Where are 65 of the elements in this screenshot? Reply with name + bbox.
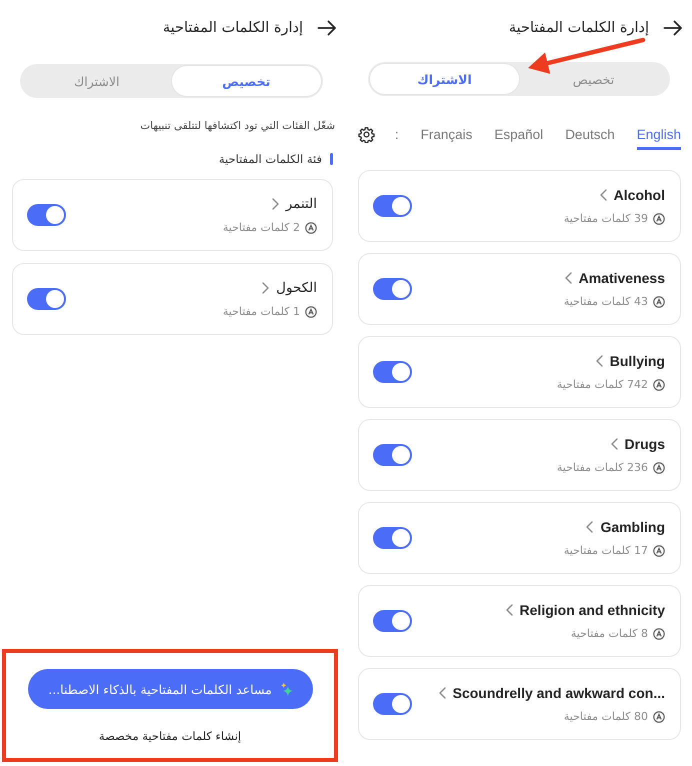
segment-tab[interactable]: الاشتراك [370, 64, 519, 94]
category-card[interactable]: الكحول 1 كلمات مفتاحية [12, 263, 333, 335]
circled-letter-icon [653, 628, 665, 640]
chevron-left-icon [596, 355, 603, 367]
circled-letter-icon [305, 222, 317, 234]
chevron-left-icon [586, 521, 594, 533]
keyword-count: 236 كلمات مفتاحية [556, 460, 648, 476]
circled-letter-icon [653, 379, 665, 391]
chevron-left-icon [600, 189, 607, 201]
language-tab[interactable]: Français [410, 118, 484, 150]
language-tab[interactable]: : [384, 118, 410, 150]
toggle-switch[interactable] [373, 527, 412, 549]
chevron-right-icon [262, 282, 270, 294]
ai-assistant-button[interactable]: مساعد الكلمات المفتاحية بالذكاء الاصطنا... [28, 669, 313, 709]
toggle-switch[interactable] [27, 204, 66, 226]
segment-tab[interactable]: تخصيص [172, 66, 321, 96]
category-name: الكحول [276, 279, 317, 298]
category-name: Bullying [610, 352, 665, 371]
toggle-switch[interactable] [373, 610, 412, 632]
category-name: Religion and ethnicity [520, 601, 665, 620]
keyword-count: 2 كلمات مفتاحية [222, 220, 300, 236]
toggle-switch[interactable] [373, 444, 412, 466]
section-marker-icon [330, 153, 333, 165]
toggle-switch[interactable] [373, 278, 412, 300]
keyword-count: 742 كلمات مفتاحية [556, 377, 648, 393]
description-text: شغّل الفئات التي تود اكتشافها لتتلقى تنبيهات [140, 119, 335, 134]
toggle-switch[interactable] [27, 288, 66, 310]
create-custom-keywords-link[interactable]: إنشاء كلمات مفتاحية مخصصة [98, 728, 242, 744]
keyword-count: 1 كلمات مفتاحية [222, 304, 300, 320]
circled-letter-icon [653, 462, 665, 474]
toggle-switch[interactable] [373, 361, 412, 383]
category-name: Drugs [624, 435, 665, 454]
category-name: Gambling [600, 518, 665, 537]
page-title: إدارة الكلمات المفتاحية [162, 20, 303, 36]
circled-letter-icon [653, 711, 665, 723]
circled-letter-icon [653, 545, 665, 557]
category-name: Scoundrelly and awkward con... [452, 684, 665, 703]
chevron-left-icon [610, 438, 618, 450]
section-title: فئة الكلمات المفتاحية [218, 151, 322, 167]
chevron-left-icon [438, 687, 446, 699]
circled-letter-icon [305, 306, 317, 318]
sparkle-icon [280, 682, 293, 696]
circled-letter-icon [653, 213, 665, 225]
toggle-switch[interactable] [373, 693, 412, 715]
chevron-left-icon [506, 604, 513, 616]
language-tab[interactable]: Deutsch [554, 118, 626, 150]
category-name: Amativeness [578, 269, 665, 288]
keyword-count: 17 كلمات مفتاحية [564, 543, 648, 559]
arrow-icon[interactable] [663, 20, 683, 36]
category-name: Alcohol [614, 186, 665, 205]
language-tab[interactable]: Español [483, 118, 554, 150]
language-tab[interactable]: English [626, 118, 692, 150]
keyword-count: 39 كلمات مفتاحية [564, 211, 648, 227]
circled-letter-icon [653, 296, 665, 308]
category-name: التنمر [286, 195, 317, 214]
chevron-left-icon [564, 272, 572, 284]
page-title: إدارة الكلمات المفتاحية [508, 20, 649, 36]
category-card[interactable]: التنمر 2 كلمات مفتاحية [12, 179, 333, 251]
chevron-right-icon [272, 198, 279, 210]
keyword-count: 8 كلمات مفتاحية [570, 626, 648, 642]
keyword-count: 43 كلمات مفتاحية [564, 294, 648, 310]
toggle-switch[interactable] [373, 195, 412, 217]
arrow-icon[interactable] [317, 20, 337, 36]
keyword-count: 80 كلمات مفتاحية [564, 709, 648, 725]
settings-icon[interactable] [358, 126, 375, 142]
